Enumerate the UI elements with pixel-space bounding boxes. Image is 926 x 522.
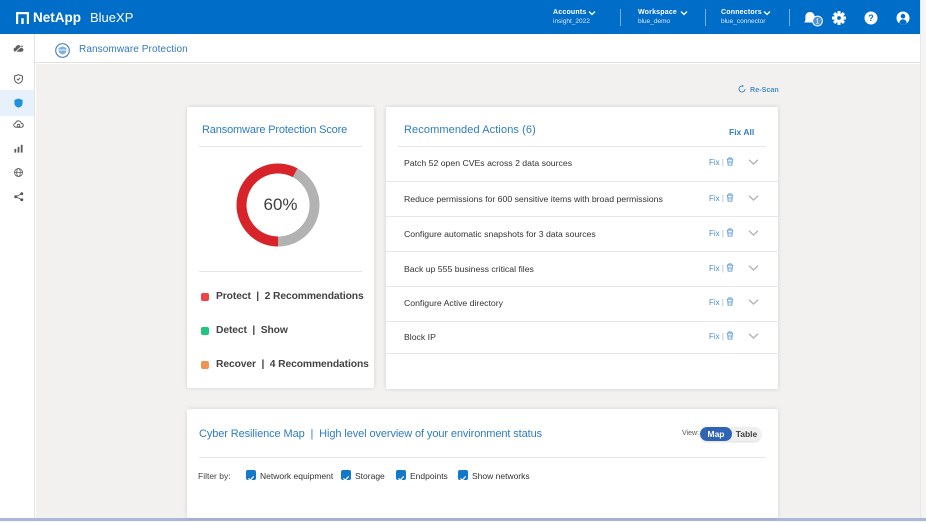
svg-text:1: 1 [816,18,820,25]
svg-text:?: ? [868,13,874,23]
